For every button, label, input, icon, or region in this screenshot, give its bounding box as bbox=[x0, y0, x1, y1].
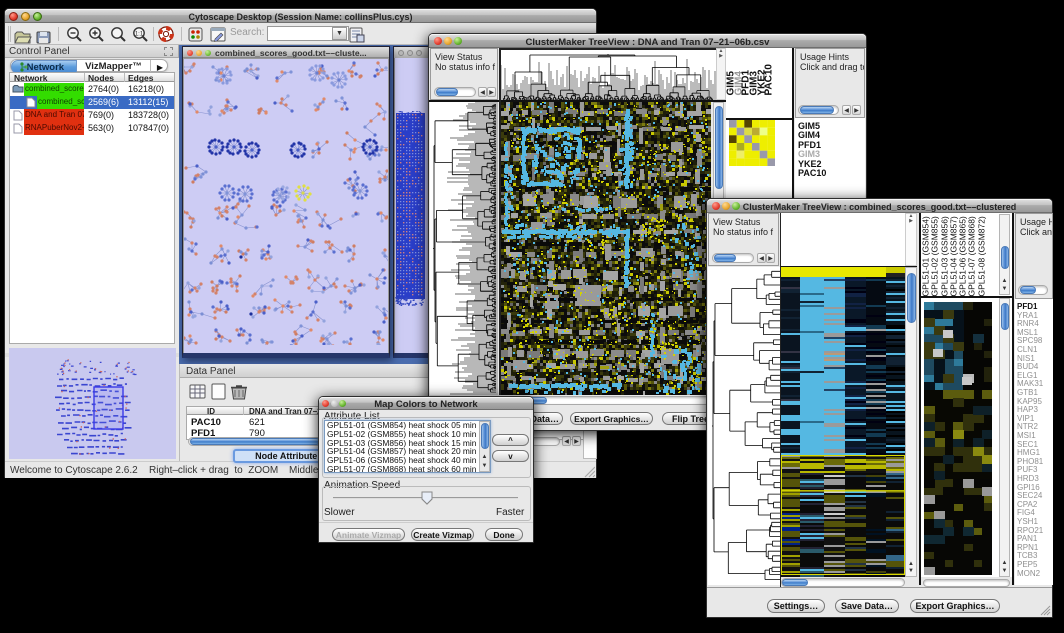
svg-text:1:1: 1:1 bbox=[135, 32, 144, 38]
